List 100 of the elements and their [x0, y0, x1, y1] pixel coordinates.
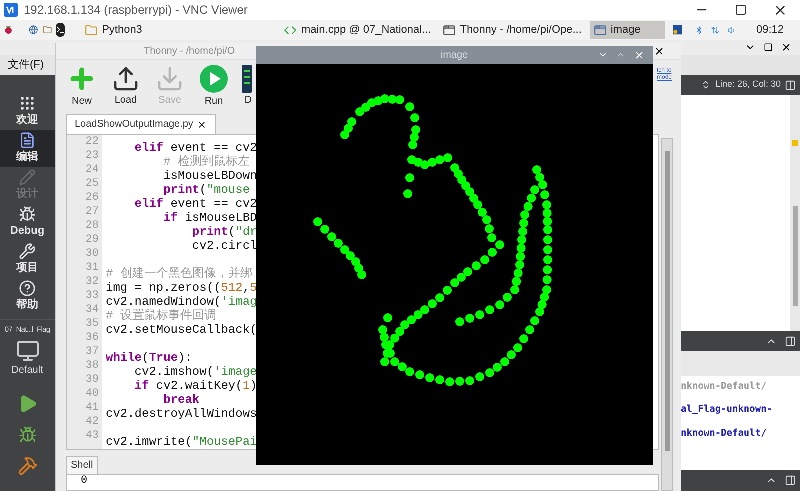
line-number: 40: [86, 387, 99, 401]
maximize-icon[interactable]: [735, 4, 747, 16]
toolbar-button[interactable]: Run: [194, 64, 234, 108]
play-icon: [199, 64, 229, 94]
code-line: elif event == cv2: [134, 197, 258, 211]
bluetooth-icon[interactable]: [694, 24, 704, 36]
output-line: nknown-Default/: [681, 426, 768, 440]
toolbar-button[interactable]: Load: [106, 64, 146, 108]
taskbar-item[interactable]: Thonny - /home/pi/Ope...: [439, 21, 586, 39]
code-line: # 创建一个黑色图像，并绑: [106, 267, 252, 281]
app-logo-icon: [4, 3, 18, 17]
code-line: while(True):: [106, 351, 192, 365]
monitor-icon[interactable]: [16, 339, 40, 364]
code-line: cv2.destroyAllWindows: [106, 407, 258, 421]
line-number: 35: [86, 317, 99, 331]
line-number: 41: [86, 401, 99, 415]
mode-button[interactable]: 项目: [0, 241, 55, 278]
mode-button[interactable]: 帮助: [0, 278, 55, 315]
scrollbar[interactable]: [661, 138, 673, 491]
line-number: 26: [86, 191, 99, 205]
toolbar-button[interactable]: New: [62, 64, 102, 108]
close-icon[interactable]: [197, 120, 208, 130]
tab-label: LoadShowOutputImage.py: [75, 118, 194, 132]
hammer-icon[interactable]: [18, 456, 38, 476]
window-icon: [443, 24, 456, 36]
upload-icon: [112, 64, 140, 92]
line-number: 38: [86, 359, 99, 373]
download-icon: [156, 64, 184, 92]
document-icon: [19, 132, 36, 149]
folder-icon: [85, 24, 98, 36]
close-icon[interactable]: [654, 46, 665, 56]
bug-icon[interactable]: [18, 426, 36, 444]
code-line: if isMouseLBD: [162, 211, 258, 225]
code-line: if cv2.waitKey(1): [134, 379, 258, 393]
scrollbar[interactable]: [790, 95, 800, 331]
code-line: cv2.imshow('image: [134, 365, 258, 379]
up-down-icon[interactable]: [701, 80, 712, 90]
mode-button[interactable]: 编辑: [0, 130, 55, 167]
help-icon: [19, 280, 36, 297]
pencil-icon: [19, 168, 36, 186]
line-number: 34: [86, 303, 99, 317]
line-number: 28: [86, 219, 99, 233]
split-icon[interactable]: [785, 80, 796, 90]
window-title: 192.168.1.134 (raspberrypi) - VNC Viewer: [24, 2, 248, 19]
maximize-icon[interactable]: [764, 43, 773, 52]
close-icon[interactable]: [781, 42, 792, 53]
code-line: cv2.circl: [191, 239, 258, 253]
code-line: cv2.setMouseCallback(: [106, 323, 258, 337]
debugger-icon: [242, 64, 252, 92]
mode-button[interactable]: 欢迎: [0, 93, 55, 130]
window-icon: [594, 24, 607, 36]
line-number: 24: [86, 163, 99, 177]
raspberry-icon[interactable]: [4, 23, 14, 37]
code-line: isMouseLBDown: [162, 169, 258, 183]
line-number: 42: [86, 415, 99, 429]
code-line: print("mouse: [163, 183, 250, 197]
cursor-position: Line: 26, Col: 30: [715, 78, 781, 92]
window-title: image: [440, 48, 468, 62]
bug-icon: [19, 206, 36, 223]
window-title: Thonny - /home/pi/O: [144, 44, 236, 58]
menu-item[interactable]: 文件(F): [8, 56, 44, 74]
globe-icon[interactable]: [29, 23, 39, 37]
line-number: 23: [86, 149, 99, 163]
line-number: 22: [86, 135, 99, 149]
code-line: print("dr: [191, 225, 258, 239]
line-number: 39: [86, 373, 99, 387]
grid-icon: [19, 94, 36, 112]
line-number: 27: [86, 205, 99, 219]
terminal-icon[interactable]: [56, 23, 66, 37]
line-number: 30: [86, 247, 99, 261]
editor-tab[interactable]: LoadShowOutputImage.py: [66, 114, 216, 134]
wrench-icon: [19, 242, 36, 260]
output-line: nknown-Default/: [681, 380, 768, 394]
line-number: 43: [86, 429, 99, 443]
line-number: 37: [86, 345, 99, 359]
toolbar-button[interactable]: D: [238, 64, 252, 108]
taskbar-item[interactable]: image: [590, 21, 666, 39]
output-line: al_Flag-unknown-: [681, 403, 774, 418]
clock: 09:12: [756, 22, 784, 38]
code-line: cv2.imwrite("MousePai: [106, 435, 258, 449]
taskbar-item[interactable]: Python3: [81, 21, 146, 39]
code-line: cv2.namedWindow('imag: [106, 295, 258, 309]
shell-tab[interactable]: Shell: [66, 456, 98, 474]
line-number: 29: [86, 233, 99, 247]
line-number: 33: [86, 289, 99, 303]
code-line: # 检测到鼠标左: [162, 155, 250, 169]
line-number: 31: [86, 261, 99, 275]
mode-button[interactable]: Debug: [0, 204, 55, 241]
code-icon: [284, 24, 298, 36]
vnc-tray-icon[interactable]: [673, 23, 683, 37]
taskbar-item[interactable]: main.cpp @ 07_National...: [280, 21, 436, 39]
code-line: break: [162, 393, 200, 407]
line-number: 25: [86, 177, 99, 191]
panel-icon[interactable]: [785, 336, 796, 346]
code-line: elif event == cv2: [134, 141, 258, 155]
warning-marker: [792, 140, 798, 146]
line-number: 32: [86, 275, 99, 289]
panel-icon[interactable]: [785, 475, 796, 486]
kit-name: Default: [12, 364, 44, 378]
code-line: # 设置鼠标事件回调: [106, 309, 216, 323]
